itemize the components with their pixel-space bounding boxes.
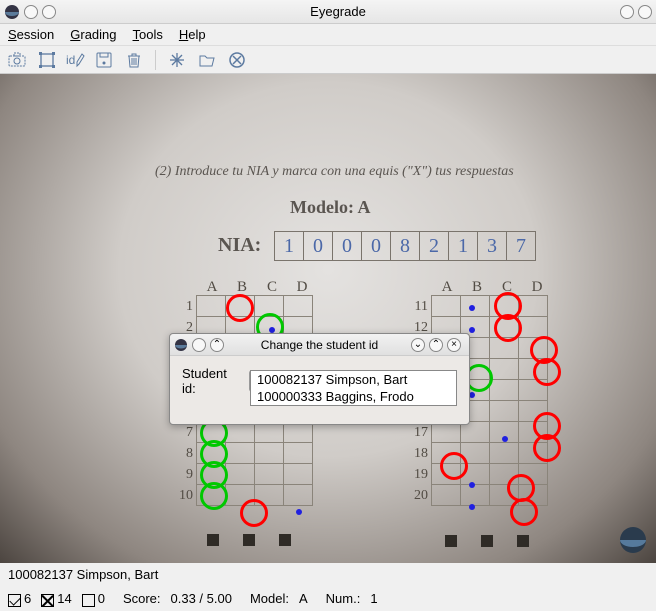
marker-square-icon [207, 534, 219, 546]
nia-digit: 0 [361, 231, 391, 261]
num-value: 1 [370, 591, 377, 606]
student-id-label: Student id: [182, 366, 243, 396]
col-header: D [287, 279, 317, 296]
col-header: C [257, 279, 287, 296]
nia-digit: 1 [448, 231, 478, 261]
exam-nia-label: NIA: [218, 234, 261, 257]
dropdown-option[interactable]: 100000333 Baggins, Frodo [251, 388, 456, 405]
stop-icon[interactable] [226, 49, 248, 71]
nia-digit: 3 [477, 231, 507, 261]
dialog-title: Change the student id [228, 338, 411, 352]
nia-digit: 0 [332, 231, 362, 261]
model-value: A [299, 591, 308, 606]
mark-wrong-icon [226, 294, 254, 322]
col-header: A [197, 279, 227, 296]
id-edit-icon[interactable]: id [66, 49, 85, 71]
solution-dot-icon [469, 504, 475, 510]
col-header: A [432, 279, 462, 296]
marker-square-icon [517, 535, 529, 547]
menubar: Session Grading Tools Help [0, 24, 656, 46]
camera-icon[interactable] [6, 49, 28, 71]
exam-instruction: (2) Introduce tu NIA y marca con una equ… [155, 164, 514, 180]
score-value: 0.33 / 5.00 [171, 591, 232, 606]
nia-digit: 7 [506, 231, 536, 261]
mark-wrong-icon [510, 498, 538, 526]
empty-box-icon [82, 594, 95, 607]
score-label: Score: [123, 591, 161, 606]
menu-session[interactable]: Session [8, 27, 54, 42]
mark-wrong-icon [240, 499, 268, 527]
dropdown-option[interactable]: 100082137 Simpson, Bart [251, 371, 456, 388]
folder-open-icon[interactable] [196, 49, 218, 71]
nia-digit: 8 [390, 231, 420, 261]
toolbar: id [0, 46, 656, 74]
nia-digit: 0 [303, 231, 333, 261]
app-logo-icon [4, 4, 20, 20]
dialog-shade-icon[interactable] [192, 338, 206, 352]
mark-wrong-icon [533, 358, 561, 386]
student-name: 100082137 Simpson, Bart [8, 567, 158, 582]
solution-dot-icon [469, 305, 475, 311]
exam-model-label: Modelo: A [290, 197, 371, 218]
cross-box-icon [41, 594, 54, 607]
status-scores: 6 14 0 Score: 0.33 / 5.00 Model: A Num.:… [0, 585, 656, 611]
window-title: Eyegrade [60, 4, 616, 19]
marker-square-icon [445, 535, 457, 547]
correct-count: 6 [8, 591, 31, 606]
tick-box-icon [8, 594, 21, 607]
nia-boxes: 1 0 0 0 8 2 1 3 7 [275, 231, 536, 261]
mark-wrong-icon [533, 434, 561, 462]
status-student: 100082137 Simpson, Bart [0, 563, 656, 585]
marker-square-icon [279, 534, 291, 546]
marker-square-icon [481, 535, 493, 547]
menu-tools[interactable]: Tools [133, 27, 163, 42]
dialog-close-icon[interactable]: × [447, 338, 461, 352]
mark-correct-icon [200, 482, 228, 510]
model-label: Model: [250, 591, 289, 606]
change-student-id-dialog: ⌃ Change the student id ⌄ ⌃ × Student id… [169, 333, 470, 425]
save-icon[interactable] [93, 49, 115, 71]
asterisk-icon[interactable] [166, 49, 188, 71]
col-header: D [522, 279, 552, 296]
wrong-count: 14 [41, 591, 71, 606]
crop-icon[interactable] [36, 49, 58, 71]
dialog-rollup-icon[interactable]: ⌃ [210, 338, 224, 352]
exam-image-view[interactable]: (2) Introduce tu NIA y marca con una equ… [0, 74, 656, 563]
toolbar-separator [155, 50, 156, 70]
mark-wrong-icon [440, 452, 468, 480]
solution-dot-icon [469, 482, 475, 488]
eyegrade-logo-icon [618, 525, 648, 555]
col-header: B [462, 279, 492, 296]
trash-icon[interactable] [123, 49, 145, 71]
marker-square-icon [243, 534, 255, 546]
student-id-dropdown: 100082137 Simpson, Bart 100000333 Baggin… [250, 370, 457, 406]
nia-digit: 1 [274, 231, 304, 261]
app-logo-icon [174, 338, 188, 352]
menu-help[interactable]: Help [179, 27, 206, 42]
blank-count: 0 [82, 591, 105, 606]
window-titlebar: Eyegrade [0, 0, 656, 24]
solution-dot-icon [296, 509, 302, 515]
window-shade-icon[interactable] [42, 5, 56, 19]
window-minimize-icon[interactable] [620, 5, 634, 19]
solution-dot-icon [502, 436, 508, 442]
dialog-max-icon[interactable]: ⌃ [429, 338, 443, 352]
num-label: Num.: [326, 591, 361, 606]
window-close-icon[interactable] [24, 5, 38, 19]
mark-wrong-icon [494, 314, 522, 342]
menu-grading[interactable]: Grading [70, 27, 116, 42]
nia-digit: 2 [419, 231, 449, 261]
window-maximize-icon[interactable] [638, 5, 652, 19]
dialog-min-icon[interactable]: ⌄ [411, 338, 425, 352]
solution-dot-icon [469, 327, 475, 333]
